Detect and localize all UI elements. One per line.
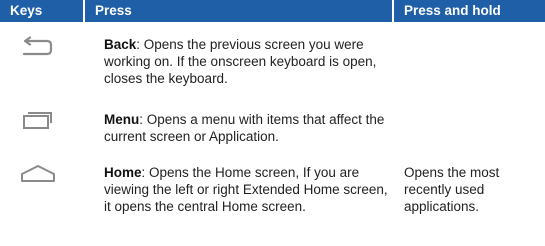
table-header-row: Keys Press Press and hold: [0, 0, 545, 22]
back-key-name: Back: [104, 37, 137, 52]
menu-icon: [18, 110, 58, 132]
menu-press-text: : Opens a menu with items that affect th…: [104, 112, 385, 144]
home-hold-description: Opens the most recently used application…: [404, 165, 500, 214]
menu-press-description: Menu: Opens a menu with items that affec…: [104, 111, 389, 145]
home-press-description: Home: Opens the Home screen, If you are …: [104, 164, 389, 215]
back-icon: [18, 36, 58, 58]
back-press-description: Back: Opens the previous screen you were…: [104, 36, 389, 87]
home-icon: [18, 162, 58, 184]
menu-key-name: Menu: [104, 112, 140, 127]
header-keys: Keys: [0, 0, 83, 22]
back-press-text: : Opens the previous screen you were wor…: [104, 37, 377, 86]
home-press-text: : Opens the Home screen, If you are view…: [104, 165, 388, 214]
header-press-and-hold: Press and hold: [394, 0, 545, 22]
home-key-name: Home: [104, 165, 142, 180]
header-press: Press: [85, 0, 392, 22]
